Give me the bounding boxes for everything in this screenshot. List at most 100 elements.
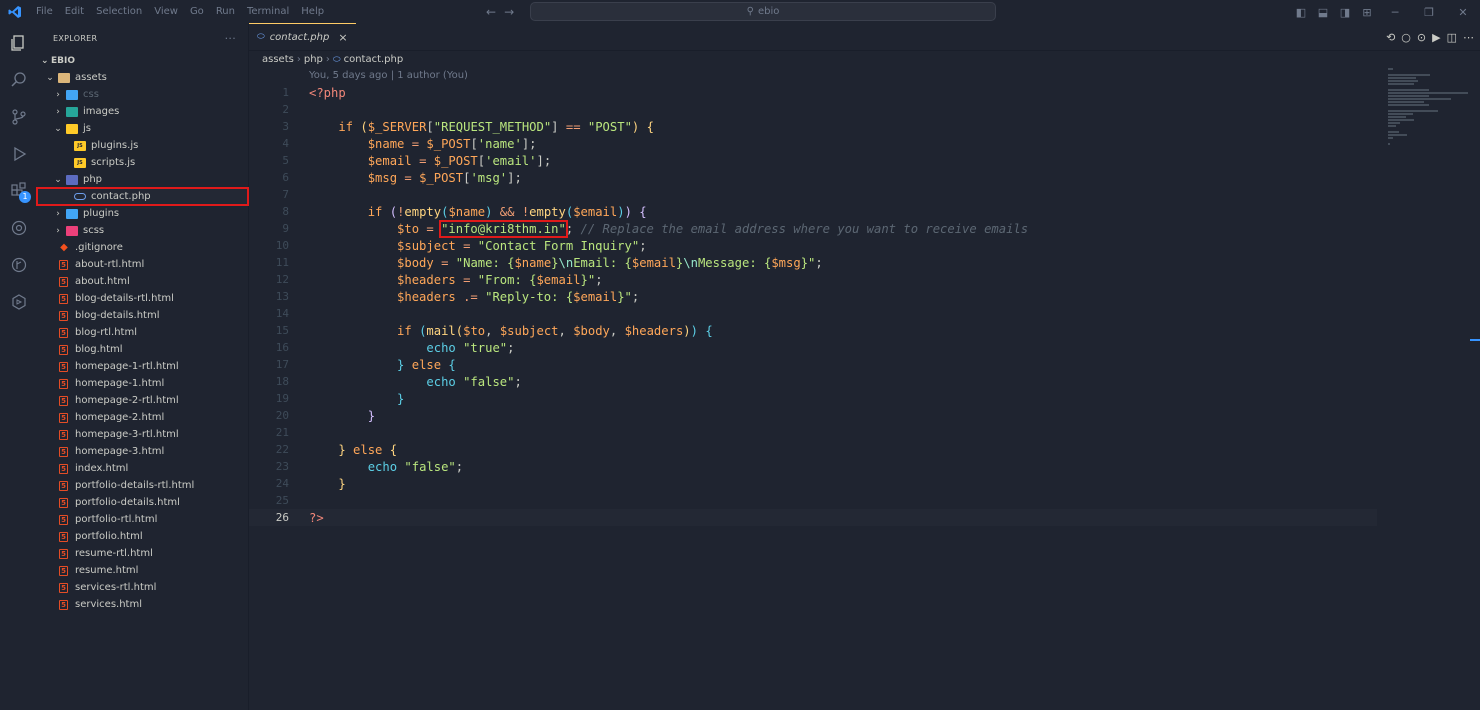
file-item[interactable]: 5 services-rtl.html bbox=[37, 579, 248, 596]
code-line[interactable]: 4 $name = $_POST['name']; bbox=[249, 135, 1379, 152]
next-change-icon[interactable]: ⊙ bbox=[1417, 31, 1426, 44]
file-item[interactable]: contact.php bbox=[36, 187, 249, 206]
toggle-sidebar-icon[interactable]: ◧ bbox=[1290, 6, 1312, 19]
command-center-search[interactable]: ⚲ ebio bbox=[530, 2, 996, 21]
code-line[interactable]: 12 $headers = "From: {$email}"; bbox=[249, 271, 1379, 288]
git-compare-icon[interactable]: ⟲ bbox=[1386, 31, 1395, 44]
source-control-icon[interactable] bbox=[0, 98, 37, 135]
remote-explorer-icon[interactable] bbox=[0, 209, 37, 246]
folder-item[interactable]: › plugins bbox=[37, 205, 248, 222]
split-editor-icon[interactable]: ◫ bbox=[1447, 31, 1457, 44]
toggle-panel-icon[interactable]: ⬓ bbox=[1312, 6, 1334, 19]
restore-icon[interactable]: ❐ bbox=[1412, 6, 1446, 19]
extensions-icon[interactable]: 1 bbox=[0, 172, 37, 209]
minimize-icon[interactable]: ─ bbox=[1378, 6, 1412, 19]
menu-item-view[interactable]: View bbox=[148, 0, 184, 24]
code-line[interactable]: 10 $subject = "Contact Form Inquiry"; bbox=[249, 237, 1379, 254]
file-item[interactable]: 5 services.html bbox=[37, 596, 248, 613]
code-line[interactable]: 25 bbox=[249, 492, 1379, 509]
file-item[interactable]: 5 homepage-3-rtl.html bbox=[37, 426, 248, 443]
back-arrow-icon[interactable]: ← bbox=[486, 0, 496, 24]
file-item[interactable]: 5 portfolio-rtl.html bbox=[37, 511, 248, 528]
file-item[interactable]: 5 homepage-3.html bbox=[37, 443, 248, 460]
menu-item-go[interactable]: Go bbox=[184, 0, 210, 24]
code-line[interactable]: 19 } bbox=[249, 390, 1379, 407]
run-code-icon[interactable]: ▶ bbox=[1432, 31, 1440, 44]
folder-item[interactable]: ⌄ assets bbox=[37, 69, 248, 86]
code-line[interactable]: 8 if (!empty($name) && !empty($email)) { bbox=[249, 203, 1379, 220]
file-item[interactable]: 5 blog-rtl.html bbox=[37, 324, 248, 341]
code-line[interactable]: 9 $to = "info@kri8thm.in"; // Replace th… bbox=[249, 219, 1379, 238]
code-line[interactable]: 24 } bbox=[249, 475, 1379, 492]
file-item[interactable]: 5 portfolio.html bbox=[37, 528, 248, 545]
codelens-blame[interactable]: You, 5 days ago | 1 author (You) bbox=[309, 70, 468, 81]
file-item[interactable]: JS plugins.js bbox=[37, 137, 248, 154]
menu-item-terminal[interactable]: Terminal bbox=[241, 0, 295, 24]
file-item[interactable]: 5 homepage-2-rtl.html bbox=[37, 392, 248, 409]
code-line[interactable]: 17 } else { bbox=[249, 356, 1379, 373]
folder-item[interactable]: › images bbox=[37, 103, 248, 120]
breadcrumb-item[interactable]: assets bbox=[262, 54, 294, 65]
file-item[interactable]: 5 blog-details.html bbox=[37, 307, 248, 324]
file-item[interactable]: 5 blog-details-rtl.html bbox=[37, 290, 248, 307]
project-root[interactable]: ⌄ EBIO bbox=[37, 52, 248, 69]
code-line[interactable]: 6 $msg = $_POST['msg']; bbox=[249, 169, 1379, 186]
code-line[interactable]: 20 } bbox=[249, 407, 1379, 424]
code-line[interactable]: 2 bbox=[249, 101, 1379, 118]
file-item[interactable]: 5 homepage-1.html bbox=[37, 375, 248, 392]
search-icon[interactable] bbox=[0, 61, 37, 98]
menu-item-help[interactable]: Help bbox=[295, 0, 330, 24]
menu-item-selection[interactable]: Selection bbox=[90, 0, 148, 24]
file-item[interactable]: 5 homepage-1-rtl.html bbox=[37, 358, 248, 375]
file-item[interactable]: JS scripts.js bbox=[37, 154, 248, 171]
more-actions-icon[interactable]: ⋯ bbox=[1463, 31, 1474, 44]
menu-item-run[interactable]: Run bbox=[210, 0, 241, 24]
deploy-icon[interactable] bbox=[0, 283, 37, 320]
minimap[interactable] bbox=[1388, 68, 1468, 145]
git-graph-icon[interactable] bbox=[0, 246, 37, 283]
breadcrumb-item[interactable]: contact.php bbox=[344, 54, 404, 65]
folder-item[interactable]: › scss bbox=[37, 222, 248, 239]
code-line[interactable]: 18 echo "false"; bbox=[249, 373, 1379, 390]
file-item[interactable]: 5 portfolio-details.html bbox=[37, 494, 248, 511]
file-item[interactable]: 5 about.html bbox=[37, 273, 248, 290]
file-item[interactable]: 5 blog.html bbox=[37, 341, 248, 358]
run-debug-icon[interactable] bbox=[0, 135, 37, 172]
file-item[interactable]: 5 portfolio-details-rtl.html bbox=[37, 477, 248, 494]
folder-item[interactable]: ⌄ php bbox=[37, 171, 248, 188]
code-line[interactable]: 14 bbox=[249, 305, 1379, 322]
forward-arrow-icon[interactable]: → bbox=[504, 0, 514, 24]
code-line[interactable]: 15 if (mail($to, $subject, $body, $heade… bbox=[249, 322, 1379, 339]
folder-item[interactable]: › css bbox=[37, 86, 248, 103]
file-item[interactable]: 5 index.html bbox=[37, 460, 248, 477]
code-line[interactable]: 5 $email = $_POST['email']; bbox=[249, 152, 1379, 169]
customize-layout-icon[interactable]: ⊞ bbox=[1356, 6, 1378, 19]
file-item[interactable]: 5 resume-rtl.html bbox=[37, 545, 248, 562]
code-line[interactable]: 21 bbox=[249, 424, 1379, 441]
code-line[interactable]: 23 echo "false"; bbox=[249, 458, 1379, 475]
menu-item-file[interactable]: File bbox=[30, 0, 59, 24]
breadcrumb-item[interactable]: php bbox=[304, 54, 323, 65]
tab-contact-php[interactable]: ⬭ contact.php × bbox=[249, 23, 356, 50]
code-line[interactable]: 26 ?> bbox=[249, 509, 1377, 526]
file-item[interactable]: ◆ .gitignore bbox=[37, 239, 248, 256]
code-editor[interactable]: 1 <?php 2 3 if ($_SERVER["REQUEST_METHOD"] … bbox=[249, 84, 1379, 526]
menu-item-edit[interactable]: Edit bbox=[59, 0, 90, 24]
code-line[interactable]: 16 echo "true"; bbox=[249, 339, 1379, 356]
previous-change-icon[interactable]: ○ bbox=[1401, 31, 1411, 44]
code-line[interactable]: 11 $body = "Name: {$name}\nEmail: {$emai… bbox=[249, 254, 1379, 271]
code-line[interactable]: 7 bbox=[249, 186, 1379, 203]
folder-item[interactable]: ⌄ js bbox=[37, 120, 248, 137]
scrollbar-marker[interactable] bbox=[1470, 339, 1480, 341]
file-item[interactable]: 5 homepage-2.html bbox=[37, 409, 248, 426]
toggle-secondary-sidebar-icon[interactable]: ◨ bbox=[1334, 6, 1356, 19]
close-tab-icon[interactable]: × bbox=[338, 31, 347, 44]
code-line[interactable]: 3 if ($_SERVER["REQUEST_METHOD"] == "POS… bbox=[249, 118, 1379, 135]
close-window-icon[interactable]: ✕ bbox=[1446, 6, 1480, 19]
code-line[interactable]: 22 } else { bbox=[249, 441, 1379, 458]
file-item[interactable]: 5 resume.html bbox=[37, 562, 248, 579]
code-line[interactable]: 1 <?php bbox=[249, 84, 1379, 101]
code-line[interactable]: 13 $headers .= "Reply-to: {$email}"; bbox=[249, 288, 1379, 305]
file-item[interactable]: 5 about-rtl.html bbox=[37, 256, 248, 273]
explorer-icon[interactable] bbox=[0, 24, 37, 61]
